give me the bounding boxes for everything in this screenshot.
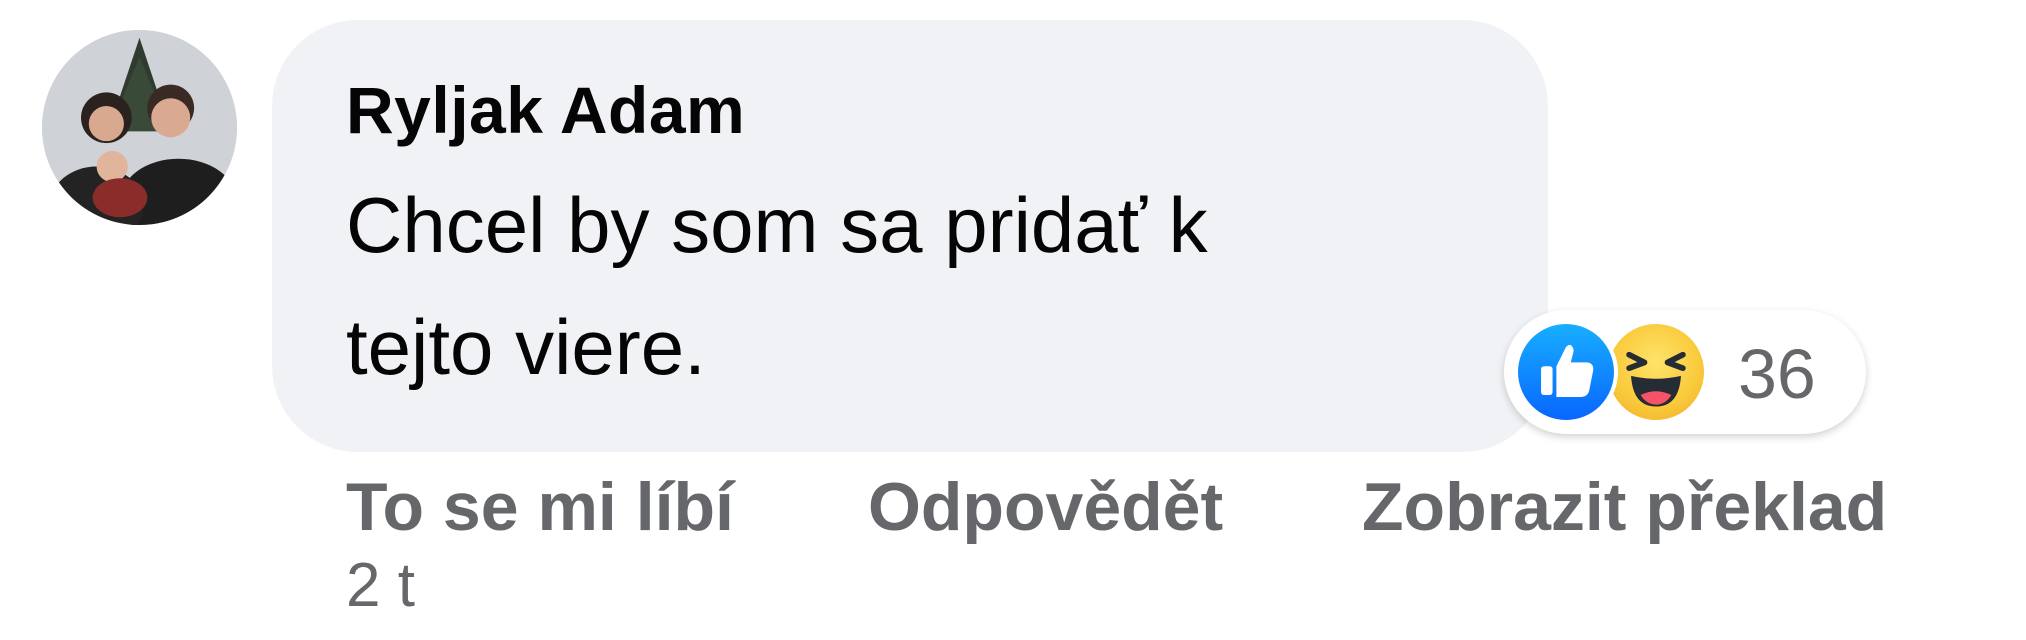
reaction-count: 36 xyxy=(1738,335,1816,413)
comment-author[interactable]: Ryljak Adam xyxy=(346,72,745,148)
reactions-summary[interactable]: 36 xyxy=(1504,310,1866,434)
avatar[interactable] xyxy=(42,30,237,225)
like-reaction-icon xyxy=(1514,320,1618,424)
like-button[interactable]: To se mi líbí xyxy=(346,468,734,546)
comment-text-line-1: Chcel by som sa pridať k xyxy=(346,181,1208,269)
haha-reaction-icon xyxy=(1604,320,1708,424)
comment-timestamp[interactable]: 2 t xyxy=(346,550,415,621)
show-translation-button[interactable]: Zobrazit překlad xyxy=(1362,468,1887,546)
comment-text-line-2: tejto viere. xyxy=(346,303,706,391)
profile-photo-icon xyxy=(42,30,237,225)
reply-button[interactable]: Odpovědět xyxy=(868,468,1223,546)
